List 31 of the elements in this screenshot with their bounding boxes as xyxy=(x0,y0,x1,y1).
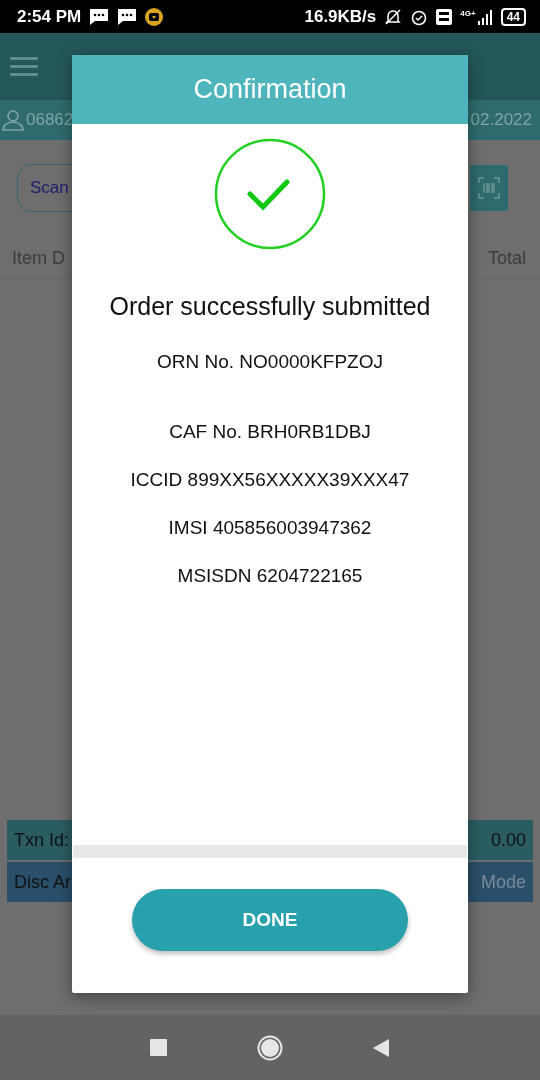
menu-icon[interactable] xyxy=(10,56,38,77)
summary-value: 0.00 xyxy=(490,829,526,851)
muted-bell-icon xyxy=(384,7,403,26)
order-detail: ICCID 899XX56XXXXX39XXX47 xyxy=(130,469,410,491)
user-icon xyxy=(2,109,24,131)
barcode-icon xyxy=(478,177,500,199)
battery-level: 44 xyxy=(500,7,526,26)
dialog-title: Confirmation xyxy=(72,55,468,124)
date-text: 02.2022 xyxy=(470,110,532,130)
volte-icon xyxy=(436,8,453,25)
network-type: 4G+ xyxy=(460,8,476,18)
download-icon xyxy=(145,7,164,26)
done-button[interactable]: DONE xyxy=(132,888,408,951)
success-check-icon xyxy=(214,138,326,250)
signal-icon xyxy=(476,8,493,25)
order-detail: IMSI 405856003947362 xyxy=(168,517,372,539)
back-icon[interactable] xyxy=(373,1038,390,1057)
clock-time: 2:54 PM xyxy=(17,6,82,27)
network-speed: 16.9KB/s xyxy=(304,6,377,27)
message-icon xyxy=(89,7,110,26)
user-id: 06862 xyxy=(26,110,74,130)
order-detail: CAF No. BRH0RB1DBJ xyxy=(169,421,371,443)
barcode-scan-button[interactable] xyxy=(470,165,508,211)
home-icon[interactable] xyxy=(257,1034,283,1061)
message-icon xyxy=(117,7,138,26)
summary-label: Txn Id: xyxy=(14,829,70,851)
summary-label: Disc Ar xyxy=(14,871,71,893)
summary-value: Mode xyxy=(480,871,526,893)
order-detail: ORN No. NO0000KFPZOJ xyxy=(157,351,383,373)
order-detail: MSISDN 6204722165 xyxy=(177,565,363,587)
success-message: Order successfully submitted xyxy=(109,292,431,321)
